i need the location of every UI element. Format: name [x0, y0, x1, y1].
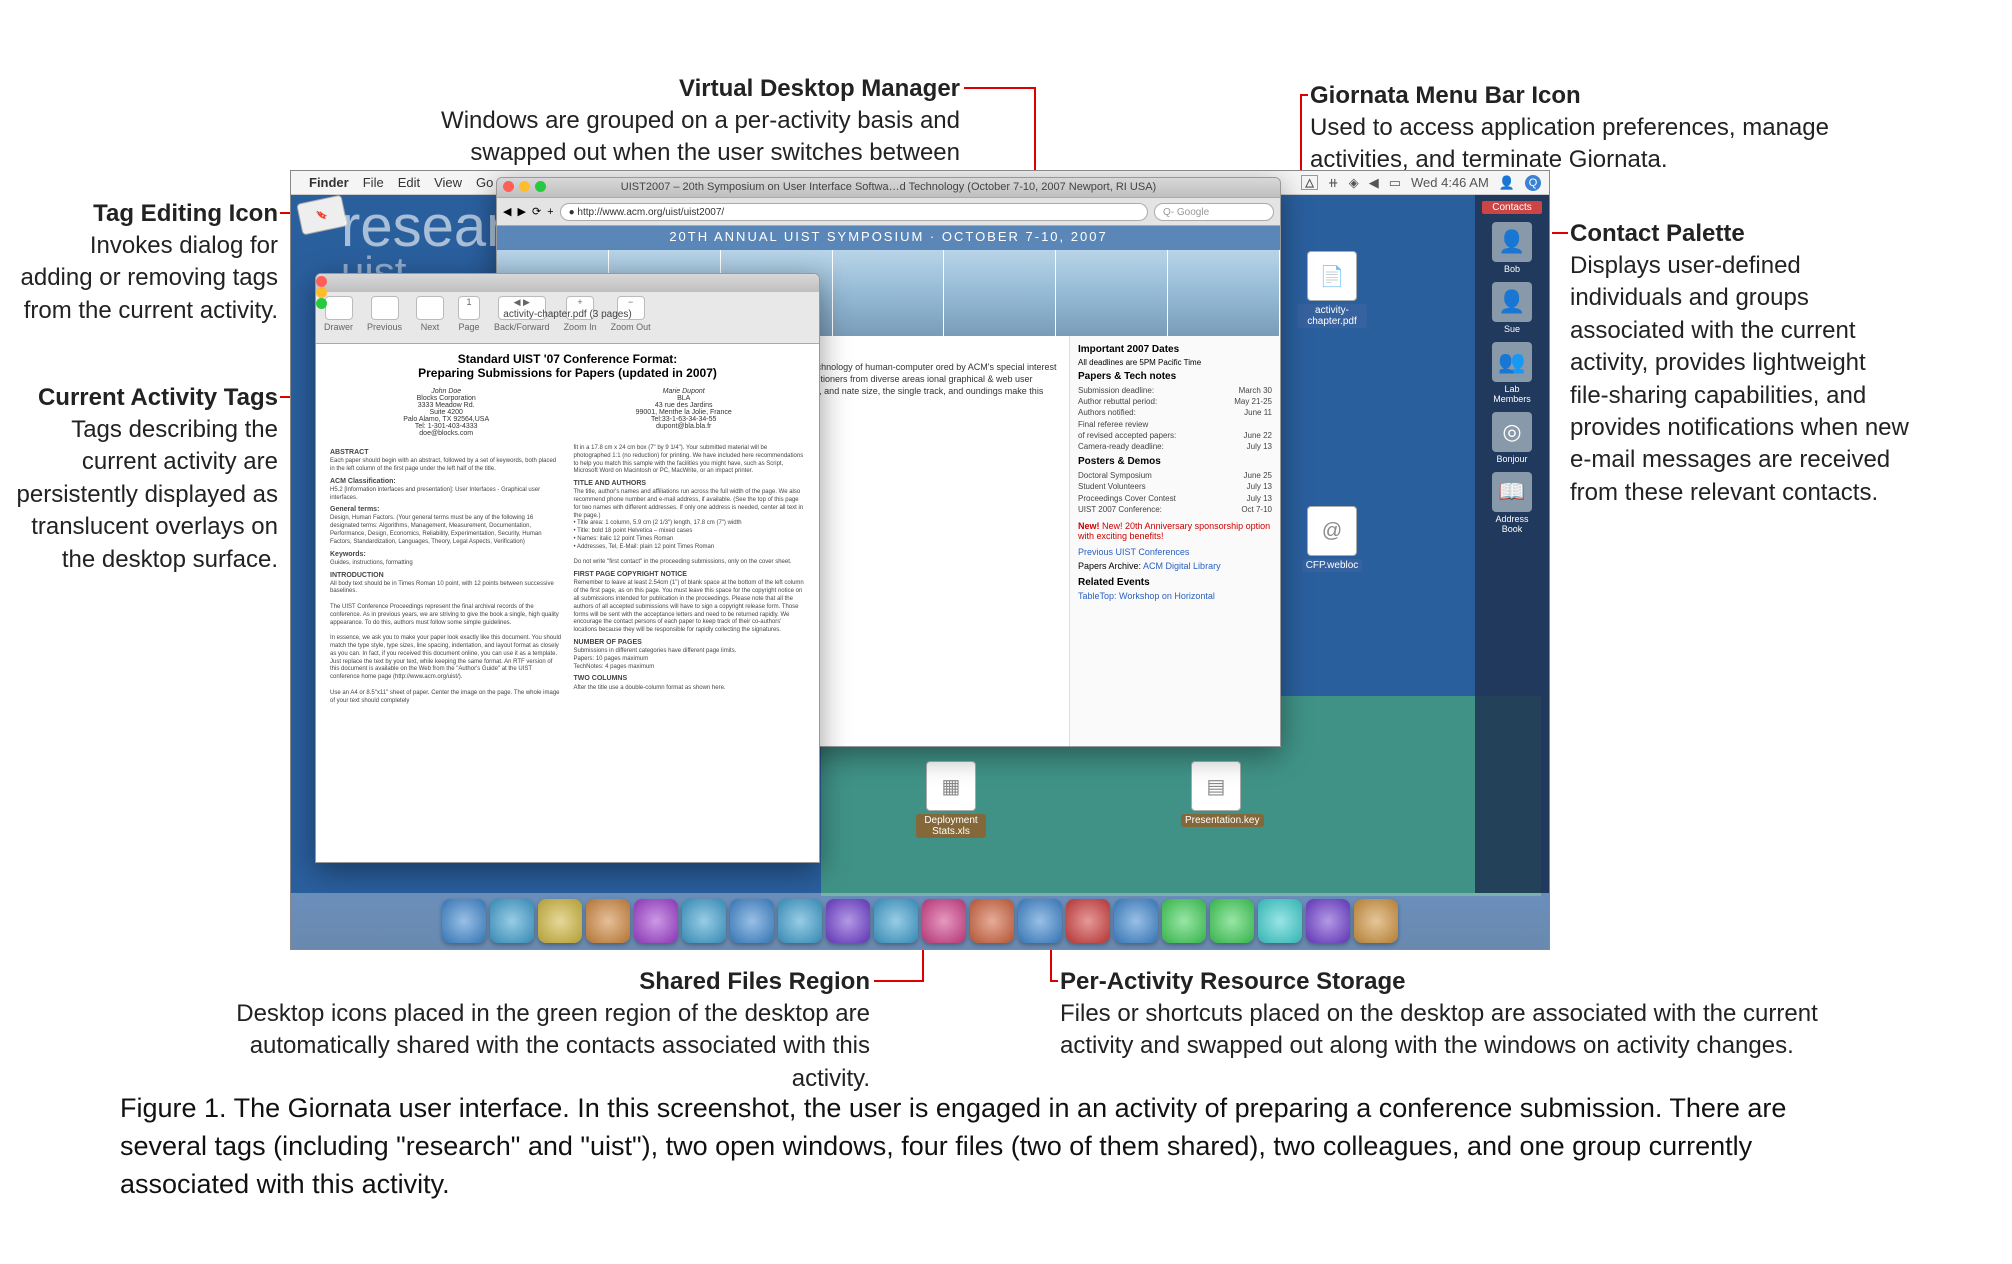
browser-titlebar[interactable]: UIST2007 – 20th Symposium on User Interf… — [497, 178, 1280, 198]
giornata-menubar-icon[interactable]: △ — [1301, 175, 1317, 190]
dock-icon[interactable] — [538, 899, 582, 943]
dock-icon[interactable] — [634, 899, 678, 943]
back-button[interactable]: ◀ — [503, 205, 511, 218]
dock-icon[interactable] — [970, 899, 1014, 943]
dock-icon[interactable] — [1306, 899, 1350, 943]
page-banner: 20TH ANNUAL UIST SYMPOSIUM · OCTOBER 7-1… — [497, 226, 1280, 250]
clock[interactable]: Wed 4:46 AM — [1411, 175, 1489, 190]
dock-icon[interactable] — [442, 899, 486, 943]
pdf-titlebar[interactable]: activity-chapter.pdf (3 pages) — [316, 274, 819, 292]
menu-go[interactable]: Go — [476, 175, 493, 190]
link-prev-conf[interactable]: Previous UIST Conferences — [1078, 547, 1189, 557]
menu-file[interactable]: File — [363, 175, 384, 190]
desktop-icon-webloc[interactable]: @ CFP.webloc — [1297, 506, 1367, 572]
desktop-icon-key[interactable]: ▤ Presentation.key — [1181, 761, 1251, 827]
volume-icon[interactable]: ◀ — [1369, 175, 1379, 191]
annotation-tag-editing-icon: Tag Editing Icon Invokes dialog for addi… — [20, 200, 278, 327]
contact-palette: Contacts 👤Bob 👤Sue 👥Lab Members ◎Bonjour… — [1475, 195, 1549, 893]
forward-button[interactable]: ▶ — [517, 205, 525, 218]
search-input[interactable]: Q- Google — [1154, 203, 1274, 221]
add-button[interactable]: + — [547, 206, 553, 218]
contact-bob[interactable]: 👤Bob — [1488, 222, 1536, 274]
page-sidebar: Important 2007 Dates All deadlines are 5… — [1070, 336, 1280, 746]
dock — [291, 893, 1549, 949]
desktop-icon-pdf[interactable]: 📄 activity-chapter.pdf — [1297, 251, 1367, 328]
desktop-icon-xls[interactable]: ▦ Deployment Stats.xls — [916, 761, 986, 838]
user-icon[interactable]: 👤 — [1499, 175, 1515, 191]
url-input[interactable]: ● http://www.acm.org/uist/uist2007/ — [560, 203, 1148, 221]
menu-app[interactable]: Finder — [309, 175, 349, 190]
contacts-header: Contacts — [1482, 201, 1541, 214]
dock-icon[interactable] — [1162, 899, 1206, 943]
dock-icon[interactable] — [778, 899, 822, 943]
spreadsheet-icon: ▦ — [926, 761, 976, 811]
dock-icon[interactable] — [1114, 899, 1158, 943]
dock-icon[interactable] — [1354, 899, 1398, 943]
keynote-icon: ▤ — [1191, 761, 1241, 811]
close-icon[interactable] — [316, 276, 327, 287]
link-acm-dl[interactable]: ACM Digital Library — [1143, 561, 1221, 571]
menu-view[interactable]: View — [434, 175, 462, 190]
contact-address-book[interactable]: 📖Address Book — [1488, 472, 1536, 534]
dock-icon[interactable] — [874, 899, 918, 943]
dock-icon[interactable] — [826, 899, 870, 943]
reload-button[interactable]: ⟳ — [532, 205, 541, 218]
dock-icon[interactable] — [1018, 899, 1062, 943]
dock-icon[interactable] — [730, 899, 774, 943]
figure-caption: Figure 1. The Giornata user interface. I… — [120, 1090, 1850, 1203]
dock-icon[interactable] — [586, 899, 630, 943]
close-icon[interactable] — [503, 181, 514, 192]
zoom-icon[interactable] — [535, 181, 546, 192]
link-tabletop[interactable]: TableTop: Workshop on Horizontal — [1078, 591, 1215, 601]
annotation-resource-storage: Per-Activity Resource Storage Files or s… — [1060, 968, 1850, 1063]
dock-icon[interactable] — [1210, 899, 1254, 943]
desktop-screenshot: Finder File Edit View Go Window Help △ ⧺… — [290, 170, 1550, 950]
dock-icon[interactable] — [1258, 899, 1302, 943]
annotation-menu-bar-icon: Giornata Menu Bar Icon Used to access ap… — [1310, 82, 1830, 177]
minimize-icon[interactable] — [316, 287, 327, 298]
zoom-icon[interactable] — [316, 298, 327, 309]
annotation-activity-tags: Current Activity Tags Tags describing th… — [0, 384, 278, 576]
webloc-icon: @ — [1307, 506, 1357, 556]
dock-icon[interactable] — [682, 899, 726, 943]
spotlight-icon[interactable]: Q — [1525, 175, 1541, 191]
dock-icon[interactable] — [922, 899, 966, 943]
annotation-shared-files-region: Shared Files Region Desktop icons placed… — [180, 968, 870, 1095]
browser-toolbar: ◀ ▶ ⟳ + ● http://www.acm.org/uist/uist20… — [497, 198, 1280, 226]
contact-sue[interactable]: 👤Sue — [1488, 282, 1536, 334]
bluetooth-icon[interactable]: ⧺ — [1328, 175, 1339, 191]
battery-icon[interactable]: ▭ — [1389, 175, 1401, 191]
menu-edit[interactable]: Edit — [398, 175, 420, 190]
annotation-contact-palette: Contact Palette Displays user-defined in… — [1570, 220, 1910, 509]
dock-icon[interactable] — [1066, 899, 1110, 943]
minimize-icon[interactable] — [519, 181, 530, 192]
contact-bonjour[interactable]: ◎Bonjour — [1488, 412, 1536, 464]
file-icon: 📄 — [1307, 251, 1357, 301]
pdf-page: Standard UIST '07 Conference Format: Pre… — [316, 344, 819, 862]
pdf-window[interactable]: activity-chapter.pdf (3 pages) Drawer Pr… — [315, 273, 820, 863]
wifi-icon[interactable]: ◈ — [1349, 175, 1359, 191]
dock-icon[interactable] — [490, 899, 534, 943]
contact-lab-members[interactable]: 👥Lab Members — [1488, 342, 1536, 404]
